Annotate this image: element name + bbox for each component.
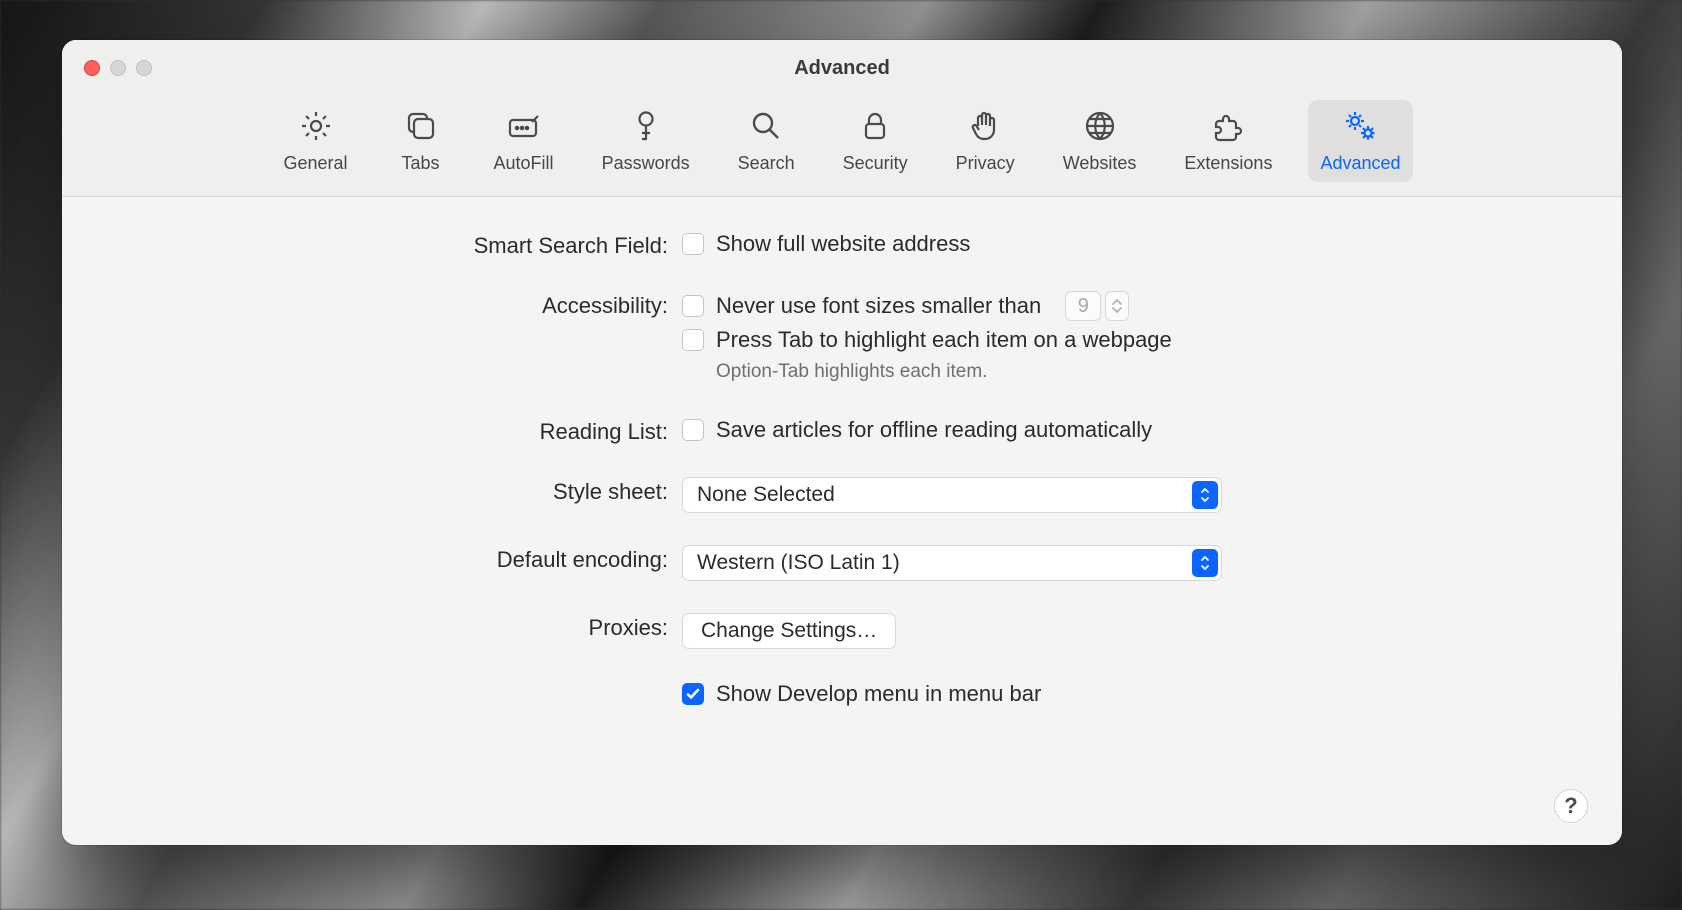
row-reading-list: Reading List: Save articles for offline … <box>122 417 1562 445</box>
checkbox-label: Never use font sizes smaller than <box>716 293 1041 319</box>
hand-icon <box>967 108 1003 149</box>
row-proxies: Proxies: Change Settings… <box>122 613 1562 649</box>
tabs-icon <box>403 108 439 149</box>
content-pane: Smart Search Field: Show full website ad… <box>62 197 1622 845</box>
label-proxies: Proxies: <box>122 613 682 641</box>
checkbox-press-tab[interactable]: Press Tab to highlight each item on a we… <box>682 327 1562 353</box>
toolbar-extensions[interactable]: Extensions <box>1172 100 1284 182</box>
toolbar-label: AutoFill <box>494 153 554 174</box>
style-sheet-select[interactable]: None Selected <box>682 477 1222 513</box>
toolbar-autofill[interactable]: AutoFill <box>482 100 566 182</box>
lock-icon <box>857 108 893 149</box>
search-icon <box>748 108 784 149</box>
toolbar-label: Tabs <box>402 153 440 174</box>
key-icon <box>628 108 664 149</box>
preferences-window: Advanced General Tabs AutoFill Passwords <box>62 40 1622 845</box>
label-smart-search: Smart Search Field: <box>122 231 682 259</box>
toolbar-advanced[interactable]: Advanced <box>1308 100 1412 182</box>
checkbox-icon <box>682 683 704 705</box>
toolbar-general[interactable]: General <box>271 100 359 182</box>
stepper-value: 9 <box>1065 291 1101 321</box>
toolbar-label: Advanced <box>1320 153 1400 174</box>
preferences-toolbar: General Tabs AutoFill Passwords Search <box>62 96 1622 197</box>
label-style-sheet: Style sheet: <box>122 477 682 505</box>
toolbar-websites[interactable]: Websites <box>1051 100 1149 182</box>
checkbox-icon <box>682 419 704 441</box>
checkbox-label: Press Tab to highlight each item on a we… <box>716 327 1172 353</box>
label-reading-list: Reading List: <box>122 417 682 445</box>
autofill-icon <box>506 108 542 149</box>
checkbox-label: Show full website address <box>716 231 970 257</box>
label-accessibility: Accessibility: <box>122 291 682 319</box>
toolbar-label: General <box>283 153 347 174</box>
toolbar-security[interactable]: Security <box>831 100 920 182</box>
stepper-buttons[interactable] <box>1105 291 1129 321</box>
label-default-encoding: Default encoding: <box>122 545 682 573</box>
toolbar-label: Passwords <box>602 153 690 174</box>
button-label: Change Settings… <box>701 619 877 643</box>
chevron-up-down-icon <box>1192 549 1218 577</box>
checkbox-icon <box>682 329 704 351</box>
toolbar-label: Search <box>738 153 795 174</box>
zoom-button[interactable] <box>136 60 152 76</box>
checkbox-save-offline[interactable]: Save articles for offline reading automa… <box>682 417 1562 443</box>
min-font-size-stepper: 9 <box>1065 291 1129 321</box>
toolbar-label: Privacy <box>956 153 1015 174</box>
window-controls <box>84 60 152 76</box>
toolbar-privacy[interactable]: Privacy <box>944 100 1027 182</box>
checkbox-show-full-address[interactable]: Show full website address <box>682 231 1562 257</box>
checkbox-label: Save articles for offline reading automa… <box>716 417 1152 443</box>
row-style-sheet: Style sheet: None Selected <box>122 477 1562 513</box>
help-button[interactable]: ? <box>1554 789 1588 823</box>
gears-icon <box>1342 108 1378 149</box>
checkbox-icon <box>682 295 704 317</box>
row-develop-menu: Show Develop menu in menu bar <box>122 681 1562 707</box>
checkbox-show-develop-menu[interactable]: Show Develop menu in menu bar <box>682 681 1562 707</box>
row-smart-search: Smart Search Field: Show full website ad… <box>122 231 1562 259</box>
titlebar: Advanced <box>62 40 1622 96</box>
toolbar-search[interactable]: Search <box>726 100 807 182</box>
checkbox-min-font-size[interactable]: Never use font sizes smaller than <box>682 293 1041 319</box>
puzzle-icon <box>1210 108 1246 149</box>
select-value: Western (ISO Latin 1) <box>697 551 900 575</box>
toolbar-tabs[interactable]: Tabs <box>384 100 458 182</box>
chevron-up-down-icon <box>1192 481 1218 509</box>
row-accessibility: Accessibility: Never use font sizes smal… <box>122 291 1562 383</box>
close-button[interactable] <box>84 60 100 76</box>
gear-icon <box>298 108 334 149</box>
row-default-encoding: Default encoding: Western (ISO Latin 1) <box>122 545 1562 581</box>
hint-press-tab: Option-Tab highlights each item. <box>716 361 1562 383</box>
toolbar-label: Extensions <box>1184 153 1272 174</box>
toolbar-label: Websites <box>1063 153 1137 174</box>
help-label: ? <box>1564 793 1577 819</box>
checkbox-label: Show Develop menu in menu bar <box>716 681 1041 707</box>
window-title: Advanced <box>794 57 890 80</box>
checkbox-icon <box>682 233 704 255</box>
toolbar-passwords[interactable]: Passwords <box>590 100 702 182</box>
minimize-button[interactable] <box>110 60 126 76</box>
proxies-change-settings-button[interactable]: Change Settings… <box>682 613 896 649</box>
default-encoding-select[interactable]: Western (ISO Latin 1) <box>682 545 1222 581</box>
toolbar-label: Security <box>843 153 908 174</box>
select-value: None Selected <box>697 483 835 507</box>
globe-icon <box>1082 108 1118 149</box>
